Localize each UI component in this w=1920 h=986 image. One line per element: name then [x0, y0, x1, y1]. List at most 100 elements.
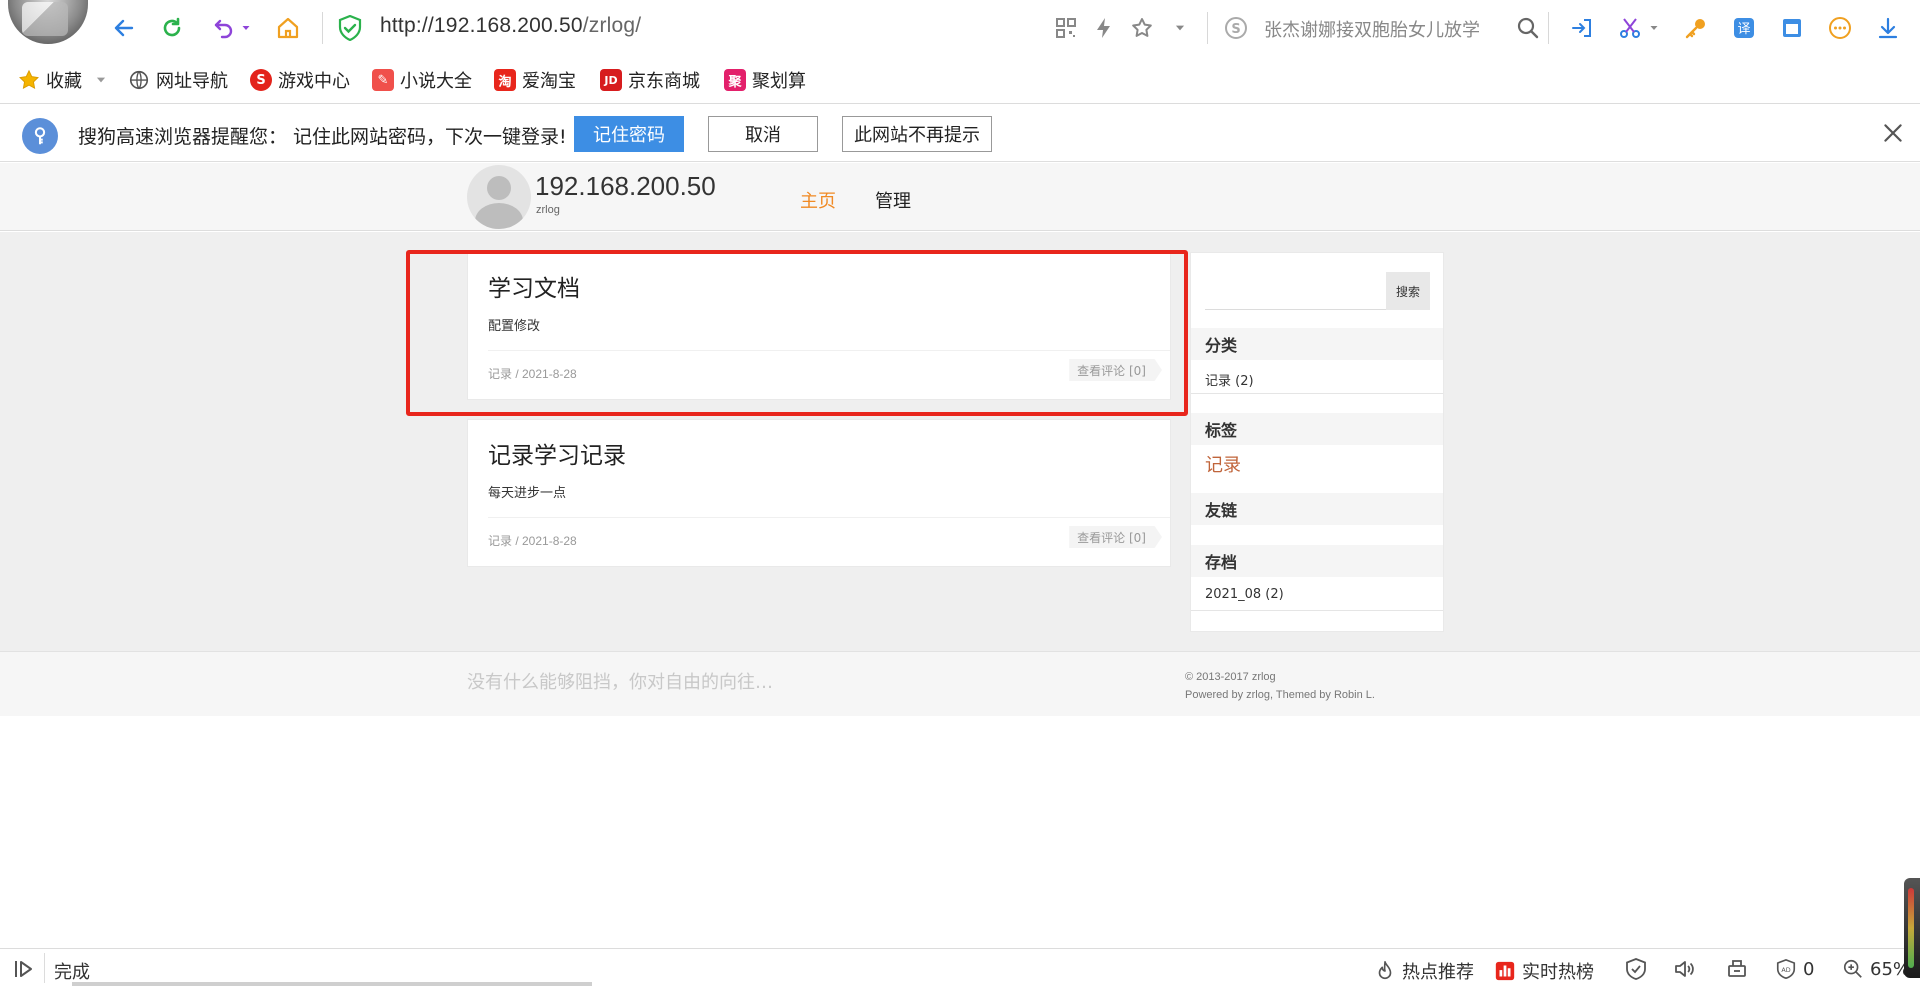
nav-admin[interactable]: 管理 — [875, 187, 911, 213]
bookmark-label: 京东商城 — [628, 71, 700, 92]
bar-chart-icon — [1495, 961, 1515, 981]
post-summary: 每天进步一点 — [488, 486, 567, 501]
site-header: 192.168.200.50 zrlog 主页 管理 — [0, 163, 1920, 231]
webpage: 192.168.200.50 zrlog 主页 管理 学习文档 配置修改 记录 … — [0, 163, 1920, 973]
speed-mode-button[interactable] — [1090, 14, 1118, 42]
post-meta[interactable]: 记录 / 2021-8-28 — [488, 532, 577, 549]
secure-shield-icon — [338, 15, 362, 41]
more-dots-icon — [1829, 17, 1851, 39]
password-manager-button[interactable] — [1682, 14, 1710, 42]
post-summary: 配置修改 — [488, 319, 541, 334]
post-card: 学习文档 配置修改 记录 / 2021-8-28 查看评论 [0] — [467, 252, 1171, 400]
caret-down-icon — [96, 77, 106, 83]
download-button[interactable] — [1874, 14, 1902, 42]
site-subtitle: zrlog — [536, 204, 560, 216]
never-prompt-button[interactable]: 此网站不再提示 — [842, 116, 992, 152]
back-button[interactable] — [106, 10, 142, 46]
caret-down-icon — [1175, 25, 1185, 31]
search-box[interactable]: 张杰谢娜接双胞胎女儿放学 — [1264, 16, 1480, 42]
view-comments-link[interactable]: 查看评论 [0] — [1069, 526, 1162, 548]
search-button[interactable] — [1514, 14, 1542, 42]
tag-item[interactable]: 记录 — [1205, 451, 1241, 477]
translate-button[interactable]: 译 — [1730, 14, 1758, 42]
favorite-dropdown[interactable] — [1166, 14, 1194, 42]
bookmark-game-center[interactable]: S 游戏中心 — [250, 66, 350, 94]
search-engine-selector[interactable]: S — [1222, 14, 1250, 42]
hot-recommend-label: 热点推荐 — [1402, 962, 1474, 983]
post-title[interactable]: 学习文档 — [488, 269, 580, 303]
sidebar-divider — [1191, 393, 1443, 394]
reader-button[interactable] — [1778, 14, 1806, 42]
home-button[interactable] — [270, 10, 306, 46]
screenshot-button[interactable] — [1616, 14, 1644, 42]
bookmark-jd[interactable]: JD 京东商城 — [600, 66, 700, 94]
svg-text:AD: AD — [1781, 966, 1790, 974]
site-footer: 没有什么能够阻挡，你对自由的向往… © 2013-2017 zrlog Powe… — [0, 651, 1920, 716]
view-comments-link[interactable]: 查看评论 [0] — [1069, 359, 1162, 381]
printer-icon — [1728, 960, 1746, 977]
default-avatar-icon — [467, 165, 531, 229]
globe-icon — [128, 69, 150, 91]
bookmark-juhuasuan[interactable]: 聚 聚划算 — [724, 66, 806, 94]
screenshot-dropdown[interactable] — [1646, 14, 1662, 42]
toolbar-divider — [322, 12, 323, 44]
bookmark-novels[interactable]: ✎ 小说大全 — [372, 66, 472, 94]
juhuasuan-icon: 聚 — [724, 69, 746, 91]
footer-motto: 没有什么能够阻挡，你对自由的向往… — [467, 672, 773, 693]
user-avatar[interactable] — [8, 0, 88, 44]
close-icon — [1884, 124, 1902, 142]
refresh-button[interactable] — [154, 10, 190, 46]
security-button[interactable] — [1624, 957, 1648, 981]
category-item[interactable]: 记录 (2) — [1205, 370, 1254, 389]
jd-icon: JD — [600, 69, 622, 91]
nav-home[interactable]: 主页 — [800, 187, 836, 213]
bookmark-nav[interactable]: 网址导航 — [128, 66, 228, 94]
svg-text:译: 译 — [1737, 22, 1750, 37]
more-button[interactable] — [1826, 14, 1854, 42]
realtime-hot-button[interactable]: 实时热榜 — [1494, 958, 1594, 984]
zoom-control[interactable]: 65% — [1842, 958, 1910, 980]
remember-password-button[interactable]: 记住密码 — [574, 116, 684, 152]
horizontal-scrollbar[interactable] — [72, 982, 592, 986]
sidebar-toggle-button[interactable] — [12, 957, 36, 981]
sound-button[interactable] — [1672, 957, 1696, 981]
tag-heading: 标签 — [1191, 413, 1443, 445]
download-icon — [1878, 17, 1898, 39]
back-arrow-icon — [114, 19, 134, 37]
speaker-icon — [1675, 961, 1694, 977]
qrcode-icon — [1056, 18, 1076, 38]
url-path: /zrlog/ — [582, 14, 642, 37]
post-title[interactable]: 记录学习记录 — [488, 436, 626, 470]
bookmark-label: 游戏中心 — [278, 71, 350, 92]
password-save-message: 搜狗高速浏览器提醒您： 记住此网站密码，下次一键登录! — [78, 126, 567, 148]
qrcode-button[interactable] — [1052, 14, 1080, 42]
bookmarks-bar: 收藏 网址导航 S 游戏中心 ✎ 小说大全 淘 爱淘宝 JD 京东商城 聚 聚划… — [0, 58, 1920, 104]
flame-icon — [1378, 961, 1392, 980]
bookmark-label: 小说大全 — [400, 71, 472, 92]
floating-widget[interactable] — [1904, 878, 1920, 978]
caret-down-icon — [1650, 26, 1658, 30]
undo-dropdown[interactable] — [236, 10, 256, 46]
sign-in-button[interactable] — [1568, 14, 1596, 42]
undo-icon — [214, 19, 233, 39]
status-bar: 完成 热点推荐 实时热榜 AD 0 65% — [0, 948, 1920, 986]
close-notification-button[interactable] — [1880, 120, 1906, 146]
password-save-bar: 搜狗高速浏览器提醒您： 记住此网站密码，下次一键登录! 记住密码 取消 此网站不… — [0, 104, 1920, 162]
post-meta[interactable]: 记录 / 2021-8-28 — [488, 365, 577, 382]
scissors-icon — [1620, 18, 1640, 38]
sogou-logo-icon: S — [1225, 17, 1247, 39]
bookmark-taobao[interactable]: 淘 爱淘宝 — [494, 66, 576, 94]
bookmark-favorites[interactable]: 收藏 — [18, 66, 108, 94]
cancel-button[interactable]: 取消 — [708, 116, 818, 152]
adblock-counter[interactable]: AD 0 — [1775, 958, 1814, 980]
hot-recommend-button[interactable]: 热点推荐 — [1374, 958, 1474, 984]
favorite-button[interactable] — [1128, 14, 1156, 42]
printer-button[interactable] — [1725, 957, 1749, 981]
address-bar[interactable]: http://192.168.200.50/zrlog/ — [380, 14, 641, 38]
sidebar-search-button[interactable]: 搜索 — [1386, 272, 1430, 310]
sidebar-search-input[interactable] — [1205, 272, 1385, 310]
shield-check-icon — [1626, 958, 1646, 980]
toolbar-divider — [1548, 12, 1549, 44]
archive-item[interactable]: 2021_08 (2) — [1205, 587, 1284, 602]
site-title[interactable]: 192.168.200.50 — [535, 171, 716, 202]
